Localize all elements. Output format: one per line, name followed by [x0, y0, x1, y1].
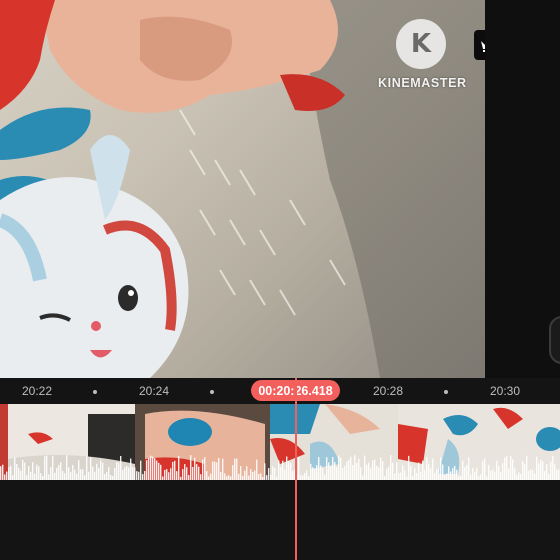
ruler-tick-label: 20:28 [372, 384, 404, 398]
audio-waveform [0, 455, 560, 480]
ruler-tick-dot [444, 390, 448, 394]
ruler-tick-dot [93, 390, 97, 394]
ruler-tick-label: 20:22 [21, 384, 53, 398]
ruler-tick-label: 20:24 [138, 384, 170, 398]
ruler-tick-label: 20:30 [489, 384, 521, 398]
side-panel-handle[interactable] [549, 316, 560, 364]
timeline-empty-area[interactable] [0, 480, 560, 560]
kinemaster-logo-letter: K [410, 29, 432, 59]
kinemaster-watermark-text: KINEMASTER [378, 76, 467, 90]
right-panel [485, 0, 560, 378]
timeline-ruler[interactable]: 20:22 20:24 00:20:26.418 20:28 20:30 [0, 378, 560, 404]
video-preview[interactable]: K KINEMASTER [0, 0, 485, 378]
ruler-tick-dot [210, 390, 214, 394]
playhead[interactable] [295, 378, 297, 560]
kinemaster-logo: K [396, 19, 446, 69]
